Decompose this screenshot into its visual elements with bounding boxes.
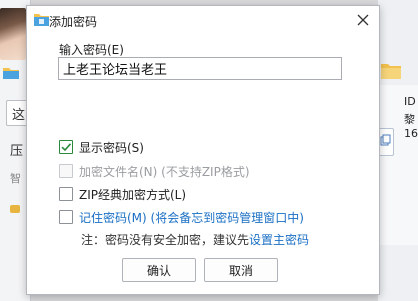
password-label: 输入密码(E) bbox=[59, 43, 124, 57]
close-button[interactable] bbox=[353, 10, 373, 30]
show-password-checkbox[interactable] bbox=[59, 140, 73, 154]
remember-password-option[interactable]: 记住密码(M) (将会备忘到密码管理窗口中) bbox=[59, 209, 304, 225]
encrypt-filenames-label: 加密文件名(N) (不支持ZIP格式) bbox=[79, 164, 250, 179]
background-text-1: 这 bbox=[12, 108, 26, 123]
confirm-button[interactable]: 确认 bbox=[122, 258, 196, 282]
zip-classic-checkbox[interactable] bbox=[59, 187, 73, 201]
check-icon bbox=[61, 143, 72, 152]
dialog-titlebar: 添加密码 bbox=[27, 6, 379, 34]
archive-app-icon bbox=[34, 14, 49, 26]
zip-classic-label: ZIP经典加密方式(L) bbox=[79, 187, 187, 202]
dialog-title: 添加密码 bbox=[49, 15, 98, 29]
folder-icon bbox=[3, 68, 19, 79]
lock-icon bbox=[10, 205, 20, 213]
remember-password-label: 记住密码(M) (将会备忘到密码管理窗口中) bbox=[79, 210, 304, 225]
password-input[interactable] bbox=[58, 57, 342, 80]
show-password-label: 显示密码(S) bbox=[79, 140, 144, 155]
set-master-password-link[interactable]: 设置主密码 bbox=[249, 233, 309, 247]
copy-icon bbox=[380, 134, 391, 146]
security-note: 注：密码没有安全加密，建议先设置主密码 bbox=[81, 231, 309, 248]
close-icon bbox=[357, 14, 369, 26]
background-photo-thumbnail bbox=[0, 8, 26, 60]
encrypt-filenames-option: 加密文件名(N) (不支持ZIP格式) bbox=[59, 163, 250, 179]
zip-classic-option[interactable]: ZIP经典加密方式(L) bbox=[59, 186, 186, 202]
security-note-text: 注：密码没有安全加密，建议先 bbox=[81, 233, 250, 247]
show-password-option[interactable]: 显示密码(S) bbox=[59, 139, 144, 155]
background-right-text-2: 黎 bbox=[404, 113, 415, 126]
background-right-card bbox=[378, 85, 418, 245]
background-copy-button bbox=[378, 128, 394, 156]
background-text-2: 压 bbox=[10, 144, 24, 159]
encrypt-filenames-checkbox bbox=[59, 164, 73, 178]
background-right-text-1: ID bbox=[404, 95, 416, 108]
background-text-3: 智 bbox=[10, 172, 21, 185]
add-password-dialog: 添加密码 输入密码(E) 显示密码(S) 加密文件名(N) (不支持ZIP格式)… bbox=[26, 5, 380, 295]
cancel-button[interactable]: 取消 bbox=[204, 258, 278, 282]
background-right-text-3: 16 bbox=[404, 127, 418, 140]
folder-icon bbox=[381, 64, 401, 79]
remember-password-checkbox[interactable] bbox=[59, 210, 73, 224]
